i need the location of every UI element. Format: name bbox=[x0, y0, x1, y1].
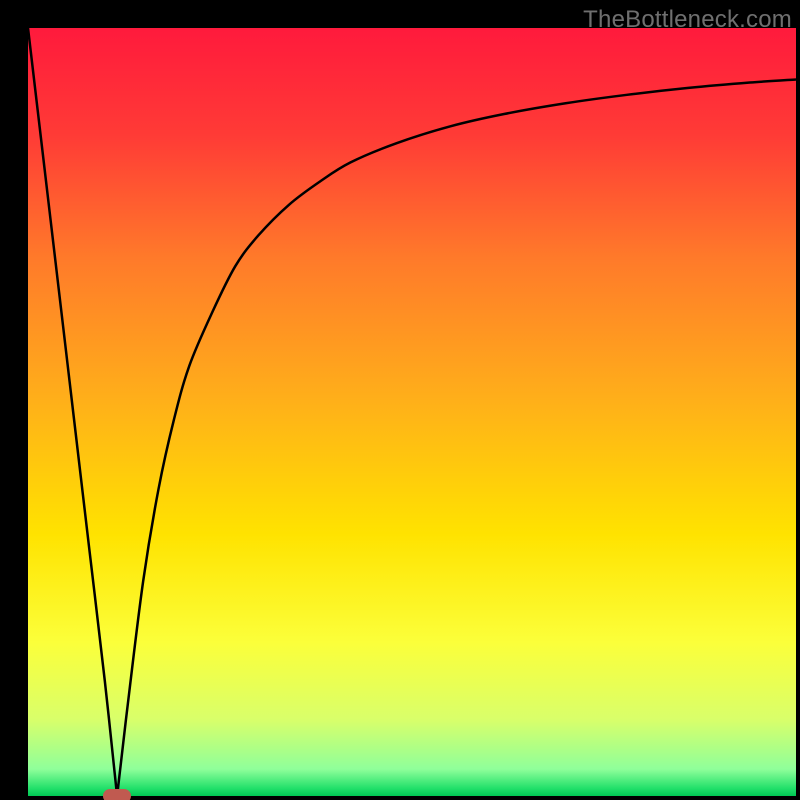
minimum-marker bbox=[103, 789, 131, 800]
curve-layer bbox=[28, 28, 796, 796]
bottleneck-curve bbox=[28, 28, 796, 796]
watermark-text: TheBottleneck.com bbox=[583, 6, 792, 34]
plot-area bbox=[28, 28, 796, 796]
chart-frame: TheBottleneck.com bbox=[0, 0, 800, 800]
